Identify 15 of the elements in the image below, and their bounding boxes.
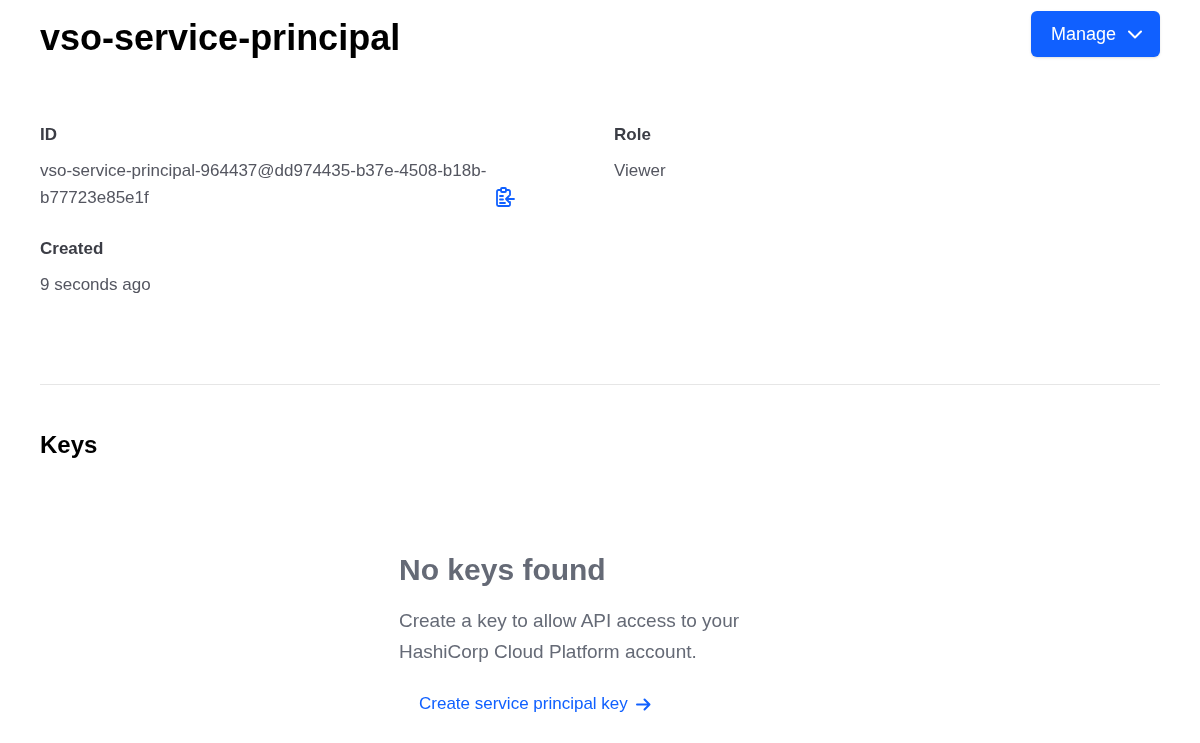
copy-icon[interactable] <box>496 187 515 207</box>
page-title: vso-service-principal <box>40 16 401 60</box>
field-label: ID <box>40 124 58 146</box>
field-value: 9 seconds ago <box>40 274 151 296</box>
arrow-right-icon <box>635 697 651 711</box>
chevron-down-icon <box>1128 29 1142 39</box>
field-value: vso-service-principal-964437@dd974435-b37e-4508-b18b-b77723e85e1f <box>40 160 488 209</box>
create-key-link[interactable]: Create service principal key <box>399 692 671 716</box>
field-label: Created <box>40 238 105 260</box>
field-label: Role <box>614 124 652 146</box>
manage-button[interactable]: Manage <box>1030 11 1160 57</box>
empty-state-message: Create a key to allow API access to your HashiCorp Cloud Platform account. <box>399 609 741 664</box>
section-heading: Keys <box>40 430 99 460</box>
empty-state-title: No keys found <box>399 552 607 588</box>
field-value: Viewer <box>614 160 666 182</box>
